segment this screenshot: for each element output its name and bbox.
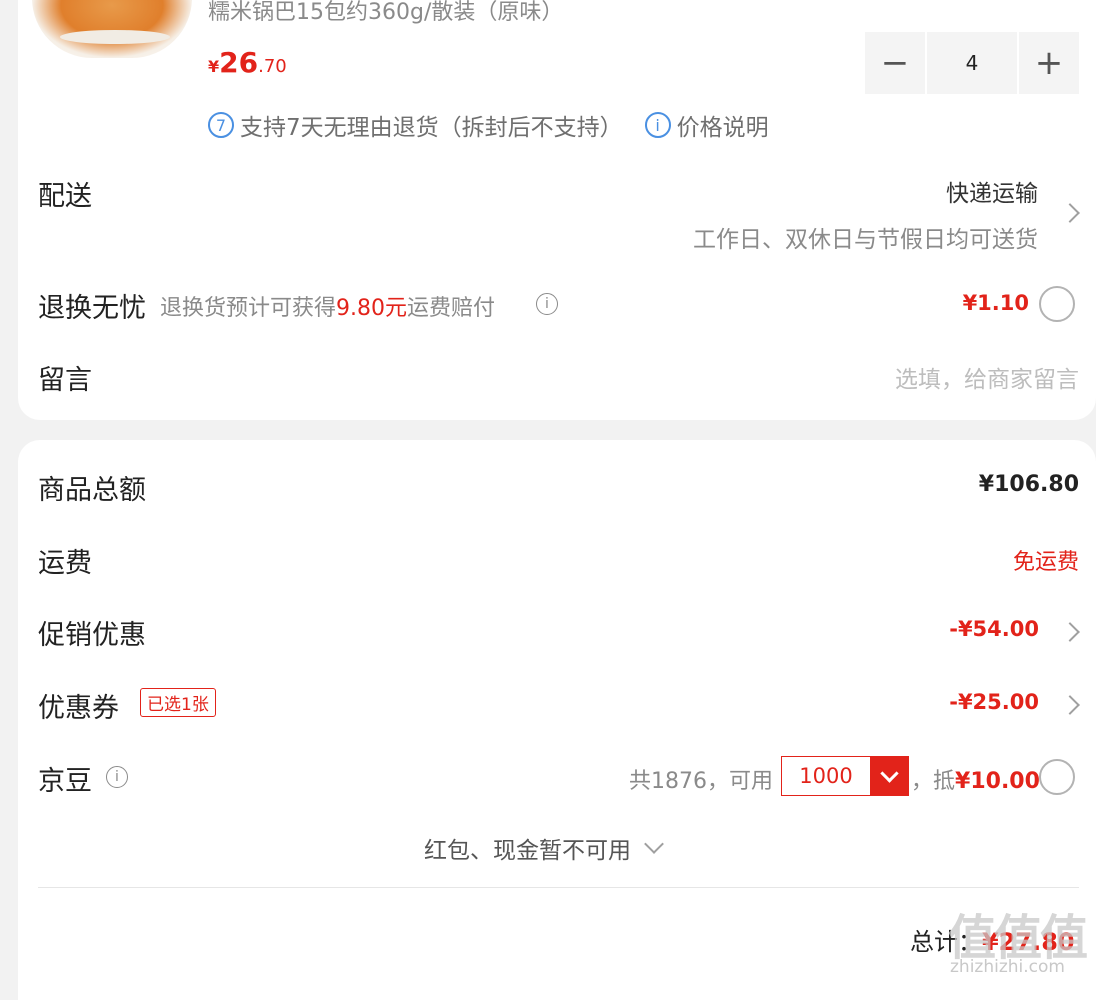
info-icon: i xyxy=(644,112,671,138)
chevron-right-icon[interactable] xyxy=(1060,203,1080,223)
chevron-right-icon[interactable] xyxy=(1060,622,1080,642)
beans-deduct-prefix: ，抵 xyxy=(911,769,956,794)
increase-quantity-button[interactable]: + xyxy=(1019,32,1079,94)
beans-selected-value: 1000 xyxy=(799,764,853,788)
chevron-down-icon[interactable] xyxy=(870,757,908,795)
price-info-link[interactable]: 价格说明 xyxy=(677,108,769,142)
worry-free-amount: 9.80元 xyxy=(336,296,408,321)
beans-amount-select[interactable]: 1000 xyxy=(781,756,909,796)
product-price: ¥26.70 xyxy=(208,46,287,79)
worry-free-desc: 退换货预计可获得9.80元运费赔付 xyxy=(160,290,495,322)
beans-label: 京豆 xyxy=(38,766,92,797)
worry-free-desc-after: 运费赔付 xyxy=(407,296,496,321)
seven-day-return-icon: 7 xyxy=(208,112,234,138)
beans-radio[interactable] xyxy=(1039,759,1075,795)
order-summary-card: 商品总额 ¥106.80 运费 免运费 促销优惠 -¥54.00 优惠券 已选1… xyxy=(18,440,1096,1000)
delivery-label: 配送 xyxy=(38,181,92,212)
redpacket-toggle[interactable]: 红包、现金暂不可用 xyxy=(424,831,664,865)
price-integer: 26 xyxy=(219,46,259,79)
coupon-value[interactable]: -¥25.00 xyxy=(949,690,1039,714)
worry-free-radio[interactable] xyxy=(1039,286,1075,322)
divider xyxy=(38,887,1079,888)
info-icon[interactable]: i xyxy=(536,293,558,315)
delivery-note: 工作日、双休日与节假日均可送货 xyxy=(693,227,1038,253)
goods-total-value: ¥106.80 xyxy=(978,472,1079,497)
worry-free-price: ¥1.10 xyxy=(962,291,1029,315)
order-item-card: 糯米锅巴15包约360g/散装（原味） ¥26.70 − 4 + 7 支持7天无… xyxy=(18,0,1096,420)
promotion-label: 促销优惠 xyxy=(38,620,146,651)
shipping-label: 运费 xyxy=(38,548,92,579)
info-icon[interactable]: i xyxy=(106,766,128,788)
redpacket-text: 红包、现金暂不可用 xyxy=(424,838,631,864)
beans-deduct: ，抵¥10.00 xyxy=(911,763,1040,795)
chevron-down-icon xyxy=(644,834,664,854)
message-label: 留言 xyxy=(38,365,92,396)
quantity-stepper: − 4 + xyxy=(865,32,1079,94)
coupon-selected-badge: 已选1张 xyxy=(140,688,216,717)
promotion-value[interactable]: -¥54.00 xyxy=(949,617,1039,641)
beans-deduct-value: ¥10.00 xyxy=(955,769,1040,794)
product-service-tags: 7 支持7天无理由退货（拆封后不支持） i 价格说明 xyxy=(208,108,769,142)
message-input[interactable]: 选填，给商家留言 xyxy=(895,360,1079,394)
product-title[interactable]: 糯米锅巴15包约360g/散装（原味） xyxy=(208,0,563,26)
goods-total-label: 商品总额 xyxy=(38,475,146,506)
product-thumbnail[interactable] xyxy=(32,0,192,58)
chevron-right-icon[interactable] xyxy=(1060,695,1080,715)
worry-free-label: 退换无忧 xyxy=(38,293,146,324)
worry-free-desc-before: 退换货预计可获得 xyxy=(160,296,337,321)
beans-total: 共1876，可用 xyxy=(629,769,773,794)
price-currency: ¥ xyxy=(208,57,220,76)
quantity-value[interactable]: 4 xyxy=(927,32,1017,94)
decrease-quantity-button[interactable]: − xyxy=(865,32,925,94)
delivery-method[interactable]: 快递运输 xyxy=(946,174,1038,208)
price-decimal: .70 xyxy=(258,56,287,77)
coupon-label: 优惠券 xyxy=(38,693,119,724)
shipping-value: 免运费 xyxy=(1012,550,1079,575)
return-policy-text[interactable]: 支持7天无理由退货（拆封后不支持） xyxy=(240,108,623,142)
watermark-url: zhizhizhi.com xyxy=(950,957,1065,977)
